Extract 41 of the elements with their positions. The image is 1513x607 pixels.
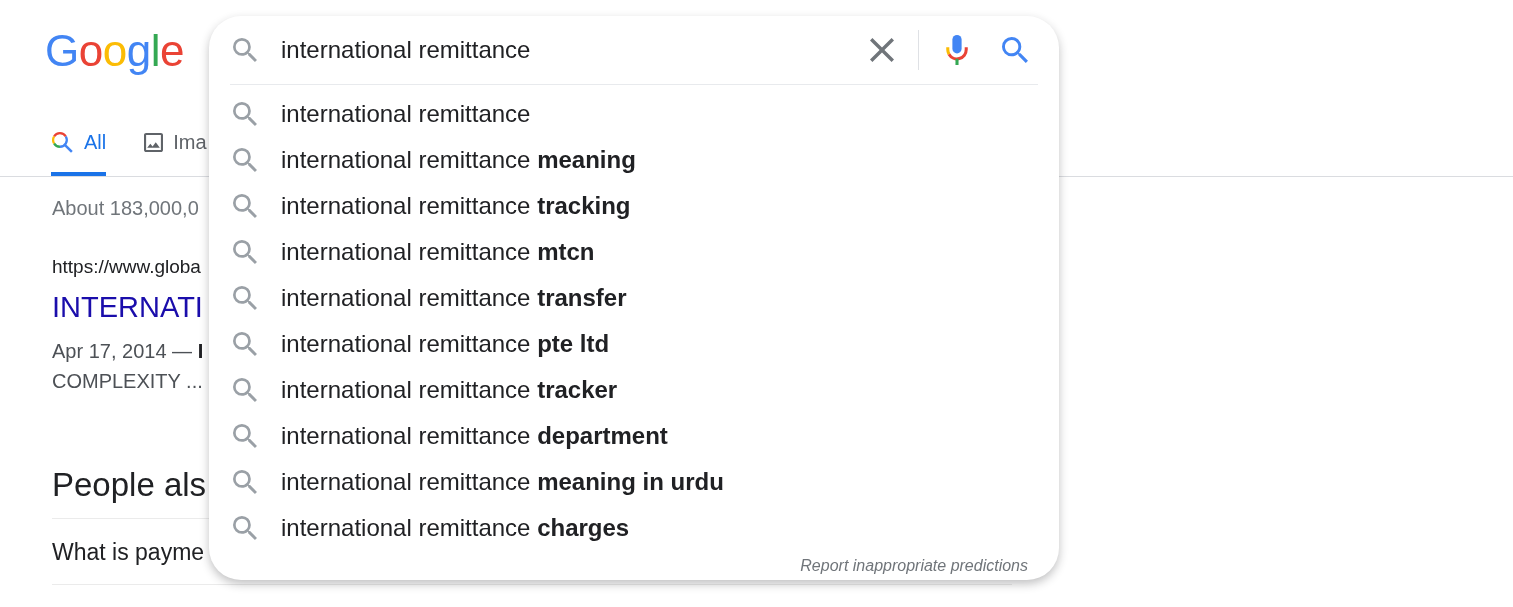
snippet-line: Apr 17, 2014 — I bbox=[52, 339, 204, 364]
search-icon bbox=[52, 131, 73, 153]
suggestion-item[interactable]: international remittance transfer bbox=[209, 275, 1035, 321]
suggestion-item[interactable]: international remittance department bbox=[209, 413, 1035, 459]
report-link[interactable]: Report inappropriate predictions bbox=[800, 556, 1028, 576]
search-button[interactable] bbox=[1002, 37, 1028, 63]
search-icon bbox=[233, 332, 257, 356]
search-icon bbox=[233, 378, 257, 402]
section-heading: People als bbox=[52, 465, 207, 505]
question-item[interactable]: What is payme bbox=[52, 536, 205, 567]
search-field[interactable]: international remittance bbox=[281, 34, 846, 66]
search-icon bbox=[233, 470, 257, 494]
result-stats: About 183,000,0 bbox=[52, 196, 199, 220]
suggestion-item[interactable]: international remittance meaning bbox=[209, 137, 1035, 183]
microphone-icon bbox=[946, 35, 968, 65]
search-icon bbox=[1002, 37, 1028, 63]
clear-button[interactable] bbox=[870, 38, 894, 62]
search-icon bbox=[233, 240, 257, 264]
suggestion-item[interactable]: international remittance bbox=[209, 91, 1035, 137]
search-icon bbox=[233, 516, 257, 540]
suggestion-item[interactable]: international remittance pte ltd bbox=[209, 321, 1035, 367]
suggestion-item[interactable]: international remittance mtcn bbox=[209, 229, 1035, 275]
voice-search-button[interactable] bbox=[945, 35, 969, 65]
search-icon bbox=[233, 148, 257, 172]
search-icon bbox=[233, 286, 257, 310]
result-url: https://www.globa bbox=[52, 255, 201, 279]
suggestion-item[interactable]: international remittance charges bbox=[209, 505, 1035, 551]
image-icon bbox=[144, 132, 164, 152]
search-icon bbox=[233, 38, 257, 62]
suggestion-item[interactable]: international remittance tracking bbox=[209, 183, 1035, 229]
tab[interactable]: Ima bbox=[144, 112, 207, 176]
tab[interactable]: All bbox=[51, 112, 107, 176]
close-icon bbox=[870, 38, 894, 62]
search-icon bbox=[233, 194, 257, 218]
google-logo[interactable]: Google bbox=[45, 29, 184, 73]
suggestion-item[interactable]: international remittance tracker bbox=[209, 367, 1035, 413]
snippet-line: COMPLEXITY ... bbox=[52, 369, 203, 394]
search-icon bbox=[233, 102, 257, 126]
result-title-link[interactable]: INTERNATI bbox=[52, 289, 203, 325]
search-icon bbox=[233, 424, 257, 448]
suggestion-item[interactable]: international remittance meaning in urdu bbox=[209, 459, 1035, 505]
